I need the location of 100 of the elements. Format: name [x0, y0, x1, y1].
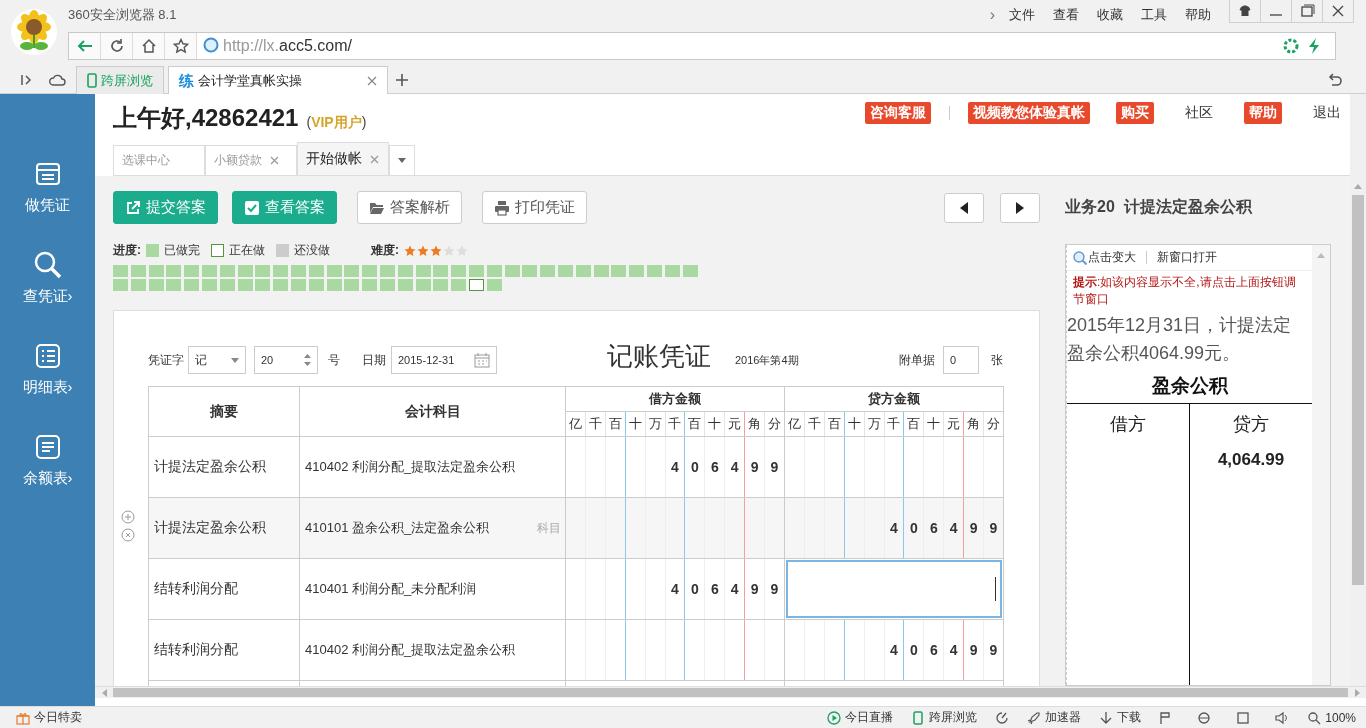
amount-digit[interactable]: 4 — [890, 642, 898, 658]
progress-square[interactable] — [219, 279, 235, 291]
progress-square[interactable] — [308, 265, 324, 277]
progress-square[interactable] — [362, 279, 378, 291]
home-icon[interactable] — [140, 38, 157, 54]
amount-digit[interactable]: 9 — [770, 581, 779, 597]
progress-square[interactable] — [308, 279, 324, 291]
summary-cell[interactable]: 结转利润分配 — [154, 580, 238, 596]
lightning-icon[interactable] — [1307, 37, 1321, 55]
progress-square[interactable] — [148, 279, 164, 291]
progress-square[interactable] — [557, 265, 573, 277]
sidebar-item[interactable]: 明细表› — [0, 338, 95, 429]
progress-square[interactable] — [166, 265, 182, 277]
flag-icon[interactable] — [1159, 710, 1172, 725]
voucher-number-field[interactable]: 20 — [254, 346, 318, 374]
aperture-icon[interactable] — [1283, 38, 1299, 54]
status-item[interactable]: 跨屏浏览 — [911, 709, 978, 726]
address-bar[interactable]: http://lx.acc5.com/ — [68, 32, 1336, 60]
progress-square[interactable] — [290, 265, 306, 277]
next-button[interactable] — [1000, 192, 1040, 223]
amount-digit[interactable]: 9 — [989, 642, 998, 658]
amount-digit[interactable]: 4 — [890, 520, 898, 536]
header-link[interactable]: 视频教您体验真帐 — [968, 102, 1090, 124]
star-icon[interactable] — [172, 38, 189, 54]
deals-link[interactable]: 今日特卖 — [16, 709, 82, 726]
progress-square[interactable] — [326, 279, 342, 291]
summary-cell[interactable]: 结转利润分配 — [154, 641, 238, 657]
progress-square[interactable] — [130, 265, 146, 277]
amount-digit[interactable]: 9 — [770, 459, 779, 475]
progress-square[interactable] — [664, 265, 680, 277]
delete-row-icon[interactable] — [121, 528, 135, 542]
account-cell[interactable]: 410101 盈余公积_法定盈余公积 — [305, 518, 523, 538]
progress-square[interactable] — [130, 279, 146, 291]
browser-tab[interactable]: 练 会计学堂真帐实操 — [168, 66, 388, 95]
progress-square[interactable] — [326, 265, 342, 277]
progress-square[interactable] — [237, 279, 253, 291]
progress-square[interactable] — [468, 279, 484, 291]
summary-cell[interactable]: 计提法定盈余公积 — [154, 519, 266, 535]
progress-square[interactable] — [646, 265, 662, 277]
menu-item[interactable]: 收藏 — [1097, 6, 1123, 24]
amount-digit[interactable]: 9 — [750, 459, 759, 475]
progress-square[interactable] — [575, 265, 591, 277]
sidebar-toggle-icon[interactable] — [20, 73, 34, 87]
progress-square[interactable] — [184, 279, 200, 291]
progress-square[interactable] — [219, 265, 235, 277]
summary-cell[interactable]: 计提法定盈余公积 — [154, 458, 266, 474]
amount-digit[interactable]: 9 — [969, 520, 978, 536]
tab-dropdown-button[interactable] — [389, 145, 415, 175]
new-window-link[interactable]: 新窗口打开 — [1157, 249, 1217, 266]
progress-square[interactable] — [166, 279, 182, 291]
scrollbar[interactable] — [95, 686, 1366, 698]
progress-square[interactable] — [255, 265, 271, 277]
progress-square[interactable] — [344, 265, 360, 277]
progress-square[interactable] — [344, 279, 360, 291]
status-item[interactable]: 今日直播 — [827, 709, 894, 726]
progress-square[interactable] — [379, 265, 395, 277]
back-icon[interactable] — [75, 38, 94, 54]
date-field[interactable]: 2015-12-31 — [391, 346, 497, 374]
progress-square[interactable] — [522, 265, 538, 277]
progress-square[interactable] — [255, 279, 271, 291]
header-link[interactable]: 咨询客服 — [865, 102, 931, 124]
progress-square[interactable] — [362, 265, 378, 277]
progress-square[interactable] — [397, 279, 413, 291]
amount-digit[interactable]: 4 — [671, 459, 679, 475]
menu-item[interactable]: 查看 — [1053, 6, 1079, 24]
amount-digit[interactable]: 4 — [949, 520, 958, 536]
header-link[interactable]: 社区 — [1180, 102, 1218, 124]
menu-item[interactable]: 文件 — [1009, 6, 1035, 24]
progress-square[interactable] — [611, 265, 627, 277]
progress-square[interactable] — [273, 279, 289, 291]
amount-digit[interactable]: 0 — [691, 581, 699, 597]
progress-square[interactable] — [415, 279, 431, 291]
speaker-icon[interactable] — [1275, 710, 1290, 725]
sidebar-item[interactable]: 做凭证 — [0, 156, 95, 247]
amount-digit[interactable]: 0 — [691, 459, 699, 475]
menu-item[interactable]: 帮助 — [1185, 6, 1211, 24]
progress-square[interactable] — [433, 265, 449, 277]
amount-digit[interactable]: 6 — [929, 520, 938, 536]
header-link[interactable]: 购买 — [1116, 102, 1154, 124]
sidebar-item[interactable]: 查凭证› — [0, 247, 95, 338]
progress-square[interactable] — [504, 265, 520, 277]
undo-icon[interactable] — [1327, 72, 1343, 88]
zoom-link[interactable]: 点击变大 — [1088, 249, 1136, 266]
amount-digit[interactable]: 4 — [730, 581, 739, 597]
cloud-icon[interactable] — [48, 73, 66, 87]
more-menu[interactable]: › — [989, 6, 995, 24]
progress-square[interactable] — [468, 265, 484, 277]
scrollbar[interactable] — [1350, 94, 1366, 686]
progress-square[interactable] — [237, 265, 253, 277]
progress-square[interactable] — [486, 265, 502, 277]
header-link[interactable]: 帮助 — [1244, 102, 1282, 124]
status-item[interactable]: 100% — [1307, 710, 1356, 725]
voucher-word-select[interactable]: 记 — [188, 346, 246, 374]
amount-digit[interactable]: 0 — [910, 642, 918, 658]
progress-square[interactable] — [540, 265, 556, 277]
progress-square[interactable] — [451, 265, 467, 277]
progress-square[interactable] — [682, 265, 698, 277]
amount-digit[interactable]: 4 — [730, 459, 739, 475]
amount-digit[interactable]: 6 — [929, 642, 938, 658]
progress-square[interactable] — [290, 279, 306, 291]
